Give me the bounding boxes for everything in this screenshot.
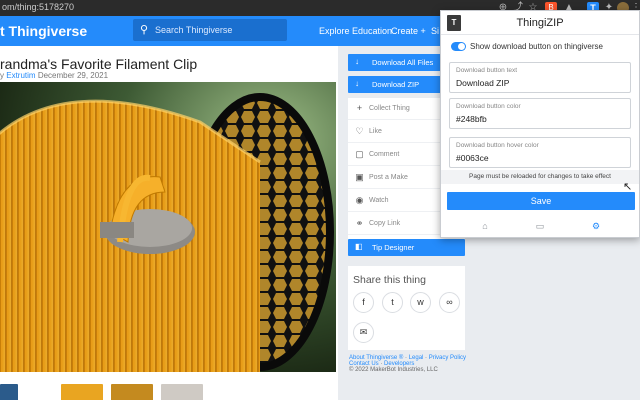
plus-icon: +: [356, 103, 363, 113]
thumbnail-2[interactable]: [61, 384, 103, 400]
popup-header: T ThingiZIP: [441, 11, 639, 35]
action-comment-label: Comment: [369, 151, 400, 158]
action-post-make-label: Post a Make: [369, 174, 408, 181]
email-icon[interactable]: ✉: [353, 322, 374, 343]
footer-links: About Thingiverse ® · Legal · Privacy Po…: [349, 355, 467, 373]
thumbnail-3[interactable]: [111, 384, 153, 400]
action-copy-link-label: Copy Link: [369, 220, 401, 227]
tip-icon: ◧: [355, 242, 363, 251]
thing-main: randma's Favorite Filament Clip y Extrut…: [0, 46, 338, 400]
tip-designer-label: Tip Designer: [372, 243, 415, 252]
thing-byline: y Extrutim December 29, 2021: [0, 71, 108, 80]
card-tab-icon[interactable]: ▭: [533, 221, 547, 232]
link-share-icon[interactable]: ∞: [439, 292, 460, 313]
thumbnail-1[interactable]: [0, 384, 18, 400]
twitter-icon[interactable]: t: [382, 292, 403, 313]
action-watch-label: Watch: [369, 197, 389, 204]
toggle-knob: [458, 43, 465, 50]
search-placeholder: Search Thingiverse: [155, 25, 233, 35]
byline-prefix: y: [0, 71, 4, 80]
tip-designer-button[interactable]: ◧ Tip Designer: [348, 239, 465, 256]
settings-gear-icon[interactable]: ⚙: [589, 221, 603, 232]
comment-icon: ▢: [355, 149, 364, 159]
filament-spool-photo: [0, 82, 336, 372]
nav-education[interactable]: Education: [352, 26, 392, 36]
nav-signin[interactable]: Si: [431, 26, 439, 36]
button-text-label: Download button text: [456, 67, 518, 74]
action-like-label: Like: [369, 128, 382, 135]
thing-title: randma's Favorite Filament Clip: [0, 56, 198, 72]
thingiverse-logo[interactable]: t Thingiverse: [0, 23, 87, 39]
search-box[interactable]: ⚲ Search Thingiverse: [133, 19, 287, 41]
hover-color-field[interactable]: Download button hover color: [449, 137, 631, 168]
facebook-icon[interactable]: f: [353, 292, 374, 313]
make-icon: ▣: [355, 172, 364, 182]
footer-privacy[interactable]: Privacy Policy: [429, 355, 466, 361]
footer-copyright: © 2022 MakerBot Industries, LLC: [349, 367, 438, 373]
button-color-label: Download button color: [456, 103, 521, 110]
hover-color-input[interactable]: [456, 153, 624, 163]
action-collect-label: Collect Thing: [369, 105, 410, 112]
url-text[interactable]: om/thing:5178270: [2, 2, 74, 12]
share-panel: Share this thing f t w ∞ ✉: [348, 266, 465, 350]
save-button[interactable]: Save: [447, 192, 635, 210]
author-link[interactable]: Extrutim: [6, 71, 35, 80]
mouse-cursor-icon: ↖: [623, 181, 633, 193]
show-button-toggle[interactable]: [451, 42, 466, 51]
eye-icon: ◉: [355, 195, 364, 205]
download-zip-label: Download ZIP: [372, 80, 420, 89]
button-text-input[interactable]: [456, 78, 624, 88]
thing-date: December 29, 2021: [37, 71, 109, 80]
thingizip-popup: T ThingiZIP Show download button on thin…: [440, 10, 640, 238]
home-tab-icon[interactable]: ⌂: [478, 221, 492, 231]
link-icon: ⚭: [355, 218, 364, 228]
reload-notice: Page must be reloaded for changes to tak…: [441, 170, 639, 184]
toggle-label: Show download button on thingiverse: [470, 42, 603, 51]
nav-create[interactable]: Create +: [391, 26, 426, 36]
download-arrow-icon: ↓: [355, 79, 359, 88]
download-all-label: Download All Files: [372, 58, 434, 67]
button-color-field[interactable]: Download button color: [449, 98, 631, 129]
search-icon: ⚲: [140, 24, 149, 36]
download-arrow-icon: ↓: [355, 57, 359, 66]
button-text-field[interactable]: Download button text: [449, 62, 631, 93]
thing-main-photo[interactable]: [0, 82, 336, 372]
whatsapp-icon[interactable]: w: [410, 292, 431, 313]
thumbnail-4[interactable]: [161, 384, 203, 400]
share-title: Share this thing: [353, 274, 426, 286]
button-color-input[interactable]: [456, 114, 624, 124]
nav-explore[interactable]: Explore: [319, 26, 350, 36]
popup-title: ThingiZIP: [516, 17, 564, 29]
heart-icon: ♡: [355, 126, 364, 136]
hover-color-label: Download button hover color: [456, 142, 539, 149]
